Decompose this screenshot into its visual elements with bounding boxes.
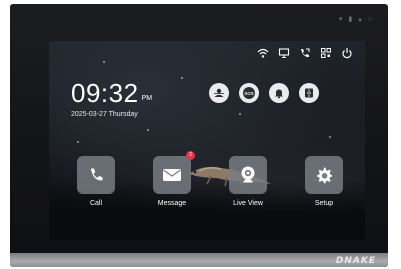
screen: 09:32 PM 2025-03-27 Thursday SOS Call 2 …	[49, 41, 365, 240]
star-decoration	[103, 61, 105, 63]
star-decoration	[329, 136, 331, 138]
message-tile[interactable]: 2	[153, 151, 195, 194]
unread-badge: 2	[186, 151, 195, 160]
bezel-wifi-icon: ▾	[338, 16, 343, 23]
qr-code-icon[interactable]	[320, 47, 332, 59]
status-bar	[257, 47, 353, 59]
star-decoration	[147, 129, 149, 131]
app-message[interactable]: 2 Message	[147, 151, 197, 207]
star-decoration	[77, 141, 79, 143]
setup-tile[interactable]	[305, 156, 343, 194]
door-unlock-button[interactable]	[299, 83, 319, 103]
message-label: Message	[157, 200, 187, 207]
clock-date: 2025-03-27 Thursday	[71, 111, 138, 118]
bezel-bottom-trim: DNAKE	[10, 253, 388, 267]
app-setup[interactable]: Setup	[299, 156, 349, 207]
privacy-user-button[interactable]	[209, 83, 229, 103]
envelope-icon	[163, 169, 181, 181]
setup-label: Setup	[314, 200, 334, 207]
sos-button[interactable]: SOS	[239, 83, 259, 103]
camera-icon	[241, 166, 255, 183]
star-decoration	[181, 77, 183, 79]
clock-time: 09:32	[71, 78, 139, 108]
bell-button[interactable]	[269, 83, 289, 103]
star-decoration	[239, 113, 241, 115]
bezel-power-icon: ○	[367, 16, 372, 23]
sos-icon: SOS	[243, 87, 255, 99]
app-call[interactable]: Call	[71, 156, 121, 207]
call-label: Call	[89, 200, 103, 207]
clock-ampm: PM	[141, 95, 153, 102]
wifi-icon[interactable]	[257, 47, 269, 59]
privacy-user-icon	[214, 88, 224, 97]
quick-actions: SOS	[209, 83, 319, 103]
bell-icon	[275, 89, 283, 99]
app-live-view[interactable]: Live View	[223, 156, 273, 207]
clock-widget: 09:32 PM 2025-03-27 Thursday	[71, 78, 152, 118]
bezel-lock-icon: ▮	[348, 16, 353, 23]
sos-label: SOS	[244, 91, 254, 96]
bezel-indicators: ▾ ▮ ▴ ○	[339, 16, 372, 23]
bezel-home-icon: ▴	[358, 16, 362, 23]
live-view-tile[interactable]	[229, 156, 267, 194]
door-unlock-icon	[305, 88, 313, 98]
monitor-icon[interactable]	[278, 47, 290, 59]
phone-forward-icon[interactable]	[299, 47, 311, 59]
phone-icon	[91, 168, 103, 181]
gear-icon	[317, 167, 332, 184]
stage: ▾ ▮ ▴ ○ DNAKE 09:32 PM 2025-03-27 Thursd…	[0, 0, 401, 269]
brand-logo: DNAKE	[335, 256, 376, 266]
live-view-label: Live View	[233, 200, 263, 207]
power-icon[interactable]	[341, 47, 353, 59]
call-tile[interactable]	[77, 156, 115, 194]
